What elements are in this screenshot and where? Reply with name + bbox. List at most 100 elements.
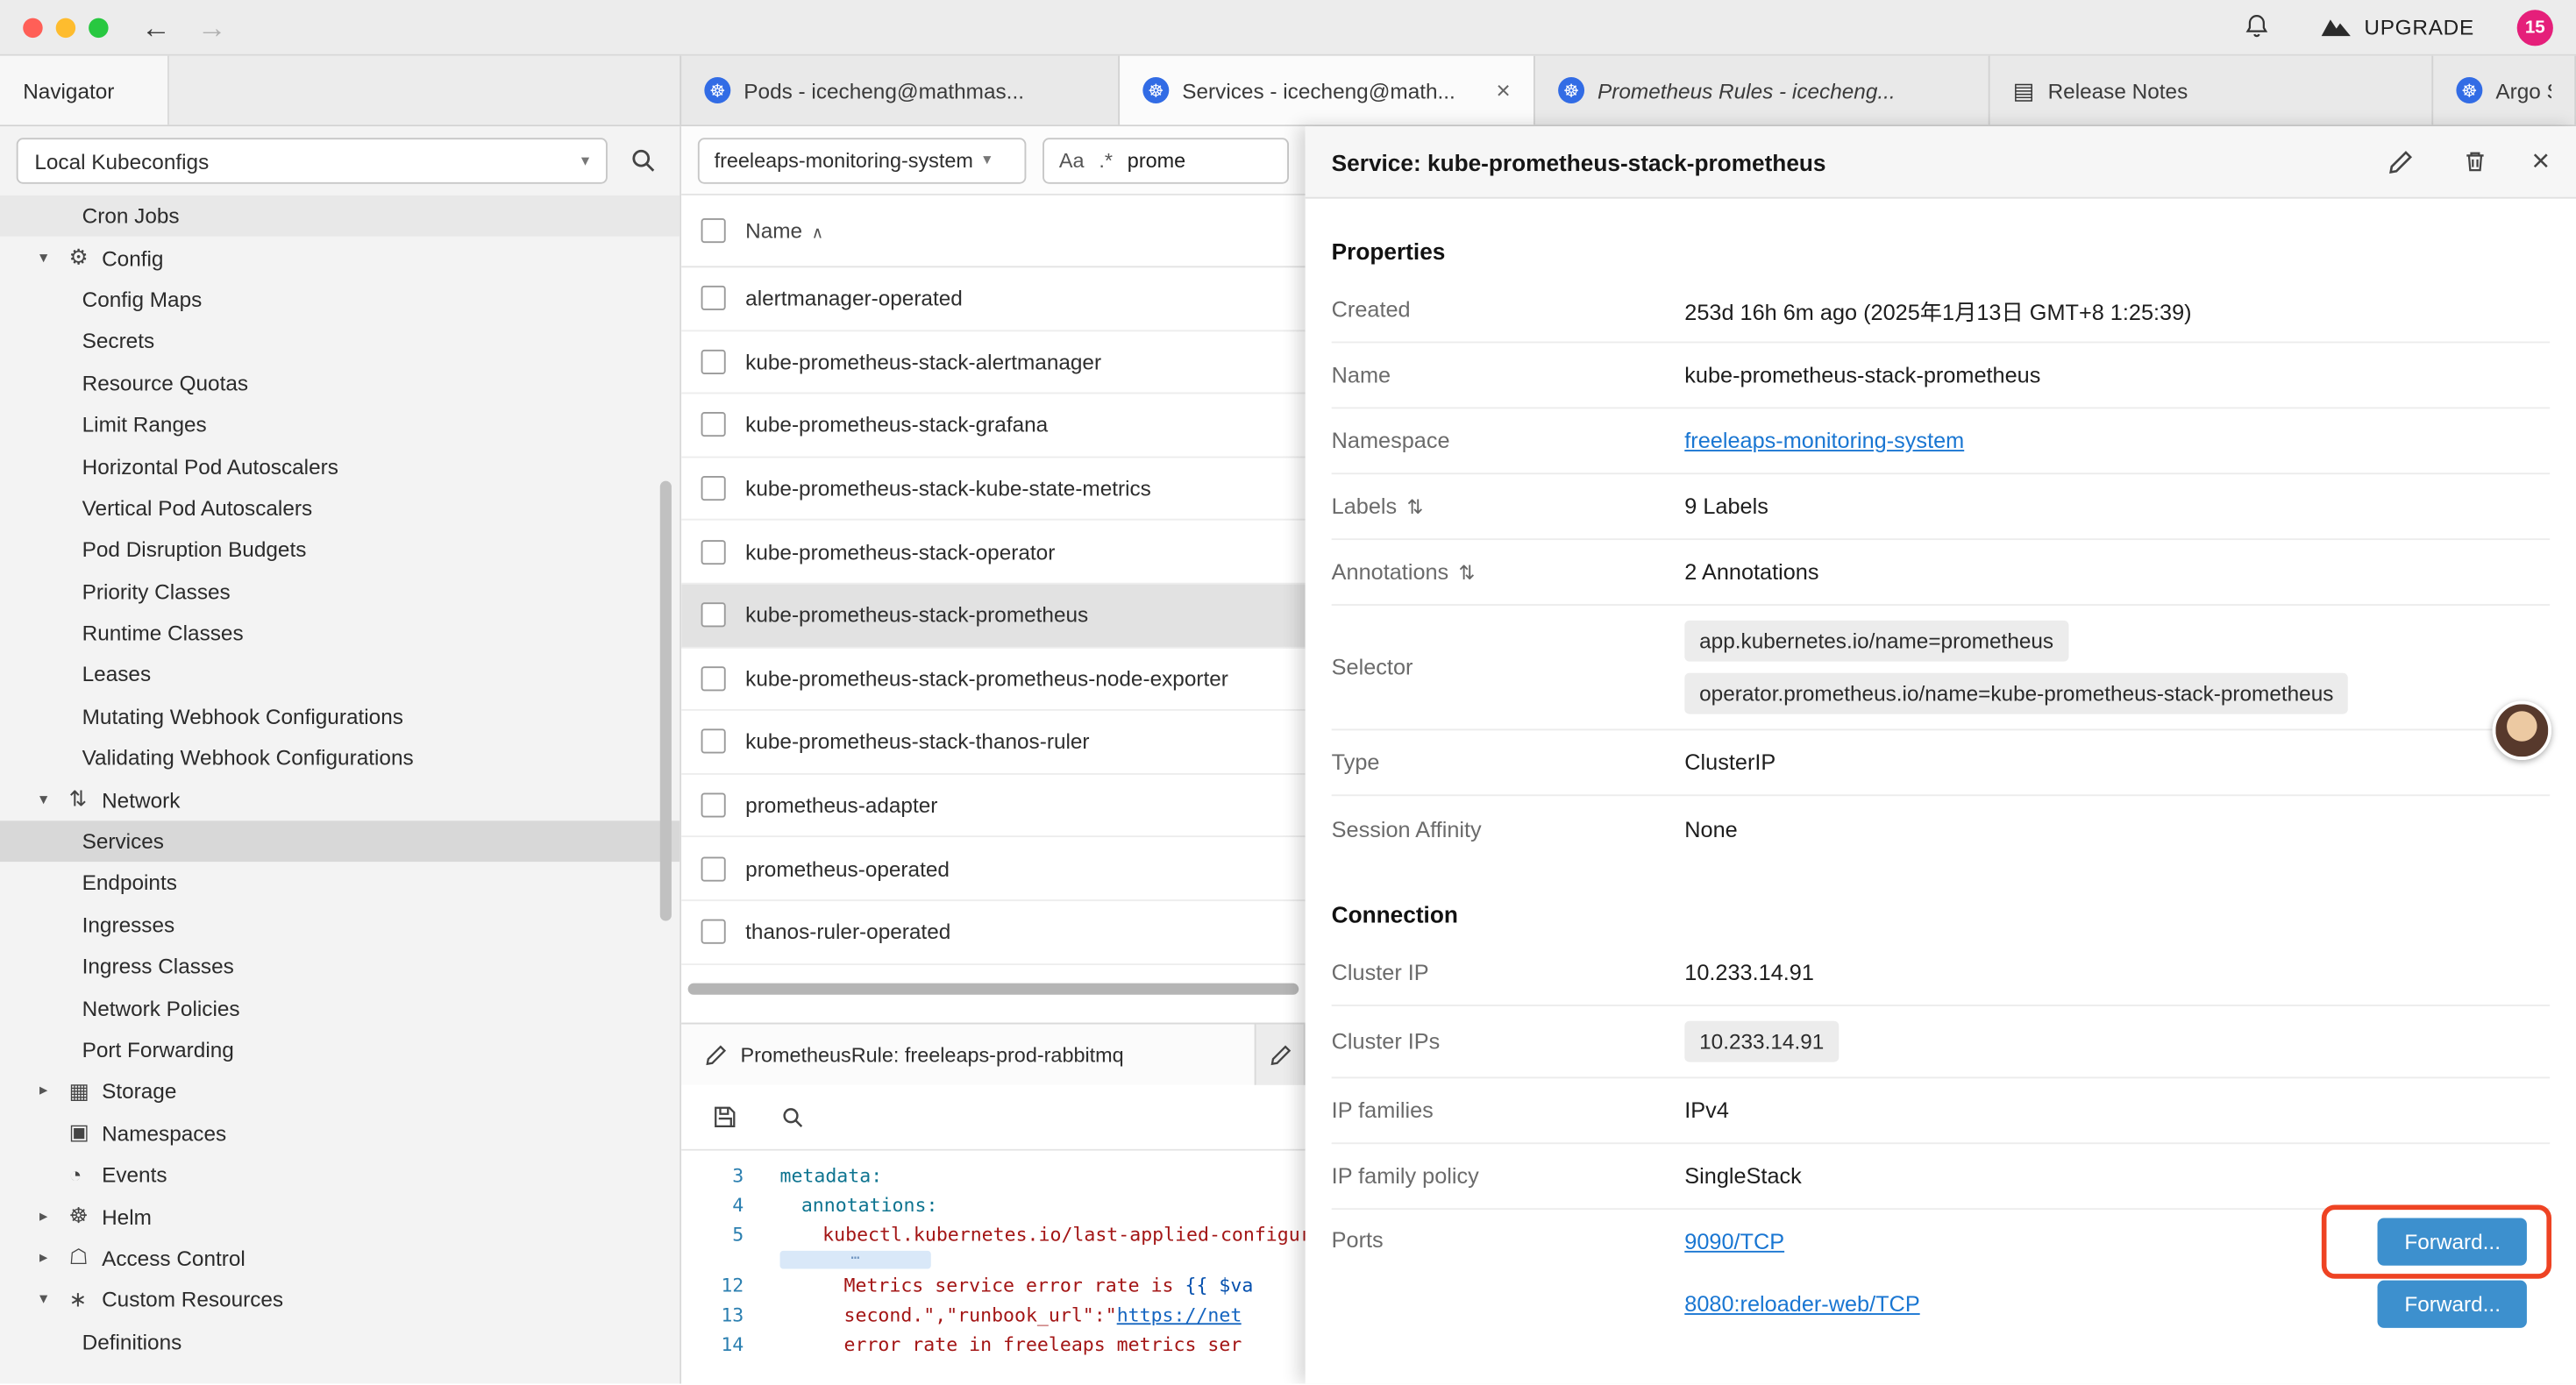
chevron-icon[interactable]: ▸	[39, 1249, 69, 1268]
row-checkbox[interactable]	[701, 666, 726, 691]
notifications-bell-icon[interactable]	[2238, 7, 2277, 46]
tab-close-icon[interactable]: ×	[1483, 76, 1510, 104]
forward-arrow-icon[interactable]: →	[197, 12, 227, 42]
editor-tab[interactable]: ☸ Services - icecheng@math... ×	[1120, 56, 1535, 125]
table-row[interactable]: prometheus-adapter	[681, 774, 1306, 837]
table-row[interactable]: prometheus-operated	[681, 838, 1306, 901]
sidebar-item-validating-webhook-configurations[interactable]: Validating Webhook Configurations	[0, 737, 680, 779]
port-link[interactable]: 8080:reloader-web/TCP	[1684, 1291, 1919, 1316]
namespace-link[interactable]: freeleaps-monitoring-system	[1684, 429, 1964, 453]
sidebar-item-config-maps[interactable]: Config Maps	[0, 279, 680, 321]
chevron-icon[interactable]: ▾	[39, 1291, 69, 1310]
sidebar-item-leases[interactable]: Leases	[0, 654, 680, 696]
drawer-row: IP families IPv4	[1332, 1078, 2550, 1144]
close-window-button[interactable]	[23, 18, 42, 37]
sidebar-item-port-forwarding[interactable]: Port Forwarding	[0, 1029, 680, 1071]
sidebar-item-runtime-classes[interactable]: Runtime Classes	[0, 612, 680, 654]
table-row[interactable]: kube-prometheus-stack-operator	[681, 521, 1306, 584]
expander-icon[interactable]: ⇅	[1406, 495, 1423, 518]
editor-tab[interactable]: ☸ Argo Se...	[2433, 56, 2576, 125]
folded-region-icon[interactable]: ⋯	[681, 1249, 1306, 1270]
minimize-window-button[interactable]	[56, 18, 75, 37]
sidebar-item-access-control[interactable]: ▸ ☖ Access Control	[0, 1238, 680, 1280]
table-row[interactable]: alertmanager-operated	[681, 267, 1306, 330]
table-row[interactable]: kube-prometheus-stack-thanos-ruler	[681, 711, 1306, 774]
table-row[interactable]: kube-prometheus-stack-grafana	[681, 394, 1306, 458]
row-checkbox[interactable]	[701, 856, 726, 881]
sidebar-item-secrets[interactable]: Secrets	[0, 320, 680, 362]
sidebar-item-cron-jobs[interactable]: Cron Jobs	[0, 195, 680, 238]
editor-search-icon[interactable]	[773, 1097, 813, 1137]
sidebar-item-definitions[interactable]: Definitions	[0, 1321, 680, 1363]
sidebar-item-vertical-pod-autoscalers[interactable]: Vertical Pod Autoscalers	[0, 487, 680, 529]
notification-count-badge[interactable]: 15	[2517, 9, 2553, 45]
user-avatar[interactable]	[2493, 701, 2551, 760]
sidebar-item-limit-ranges[interactable]: Limit Ranges	[0, 404, 680, 446]
sidebar-item-ingress-classes[interactable]: Ingress Classes	[0, 946, 680, 988]
sidebar-item-namespaces[interactable]: ▣ Namespaces	[0, 1112, 680, 1154]
expander-icon[interactable]: ⇅	[1458, 560, 1475, 583]
row-checkbox[interactable]	[701, 793, 726, 818]
sidebar-item-priority-classes[interactable]: Priority Classes	[0, 571, 680, 613]
kubernetes-icon: ☸	[704, 77, 730, 103]
close-icon[interactable]: ×	[2531, 146, 2550, 178]
yaml-editor[interactable]: 3 metadata: 4 annotations: 5 kubectl.kub…	[681, 1151, 1306, 1384]
row-checkbox[interactable]	[701, 413, 726, 437]
sidebar-item-resource-quotas[interactable]: Resource Quotas	[0, 362, 680, 404]
row-checkbox[interactable]	[701, 920, 726, 944]
sidebar-item-events[interactable]: ◔ Events	[0, 1154, 680, 1196]
row-checkbox[interactable]	[701, 476, 726, 501]
search-input[interactable]: Aa .* prome	[1042, 137, 1289, 182]
namespace-select[interactable]: freeleaps-monitoring-system ▾	[698, 137, 1027, 182]
editor-tab[interactable]: ▤ Release Notes	[1990, 56, 2434, 125]
sidebar-item-storage[interactable]: ▸ ▦ Storage	[0, 1070, 680, 1112]
sidebar-item-mutating-webhook-configurations[interactable]: Mutating Webhook Configurations	[0, 695, 680, 737]
editor-tab[interactable]: ☸ Prometheus Rules - icecheng...	[1535, 56, 1990, 125]
forward-button[interactable]: Forward...	[2378, 1218, 2526, 1265]
sidebar-item-ingresses[interactable]: Ingresses	[0, 904, 680, 946]
horizontal-scrollbar[interactable]	[688, 984, 1299, 995]
sidebar-item-pod-disruption-budgets[interactable]: Pod Disruption Budgets	[0, 529, 680, 571]
port-link[interactable]: 9090/TCP	[1684, 1229, 1784, 1254]
sidebar-item-helm[interactable]: ▸ ☸ Helm	[0, 1196, 680, 1238]
sidebar-item-network-policies[interactable]: Network Policies	[0, 987, 680, 1029]
sidebar-item-custom-resources[interactable]: ▾ ∗ Custom Resources	[0, 1279, 680, 1321]
vertical-scrollbar[interactable]	[660, 481, 672, 921]
upgrade-button[interactable]: UPGRADE	[2320, 15, 2474, 39]
row-checkbox[interactable]	[701, 729, 726, 754]
table-row[interactable]: kube-prometheus-stack-alertmanager	[681, 331, 1306, 394]
chevron-icon[interactable]: ▸	[39, 1083, 69, 1101]
kubeconfig-select[interactable]: Local Kubeconfigs ▾	[17, 138, 608, 183]
chevron-icon[interactable]: ▾	[39, 791, 69, 809]
row-checkbox[interactable]	[701, 539, 726, 564]
save-icon[interactable]	[704, 1097, 744, 1137]
row-checkbox[interactable]	[701, 603, 726, 628]
select-all-checkbox[interactable]	[701, 218, 726, 243]
match-case-toggle[interactable]: Aa	[1059, 148, 1085, 171]
chevron-icon[interactable]: ▸	[39, 1207, 69, 1225]
editor-tab[interactable]: ☸ Pods - icecheng@mathmas...	[681, 56, 1120, 125]
back-arrow-icon[interactable]: ←	[141, 12, 171, 42]
sidebar-item-endpoints[interactable]: Endpoints	[0, 863, 680, 905]
trash-icon[interactable]	[2456, 142, 2495, 181]
dock-tab-prometheusrule[interactable]: PrometheusRule: freeleaps-prod-rabbitmq	[681, 1025, 1256, 1087]
table-row[interactable]: thanos-ruler-operated	[681, 901, 1306, 964]
table-row[interactable]: kube-prometheus-stack-prometheus	[681, 585, 1306, 648]
forward-button[interactable]: Forward...	[2378, 1280, 2526, 1327]
sidebar-item-network[interactable]: ▾ ⇅ Network	[0, 778, 680, 820]
sidebar-search-icon[interactable]	[624, 141, 664, 181]
sidebar-item-label: Mutating Webhook Configurations	[82, 704, 403, 728]
edit-pencil-icon[interactable]	[2380, 142, 2420, 181]
table-row[interactable]: kube-prometheus-stack-kube-state-metrics	[681, 458, 1306, 521]
dock-tab-partial[interactable]	[1256, 1025, 1306, 1087]
row-checkbox[interactable]	[701, 286, 726, 310]
row-checkbox[interactable]	[701, 350, 726, 374]
sidebar-item-horizontal-pod-autoscalers[interactable]: Horizontal Pod Autoscalers	[0, 445, 680, 487]
chevron-icon[interactable]: ▾	[39, 249, 69, 267]
maximize-window-button[interactable]	[89, 18, 108, 37]
table-row[interactable]: kube-prometheus-stack-prometheus-node-ex…	[681, 648, 1306, 711]
sidebar-item-config[interactable]: ▾ ⚙ Config	[0, 237, 680, 279]
name-column-header[interactable]: Name ∧	[745, 218, 823, 243]
regex-toggle[interactable]: .*	[1099, 148, 1113, 171]
sidebar-item-services[interactable]: Services	[0, 820, 680, 863]
